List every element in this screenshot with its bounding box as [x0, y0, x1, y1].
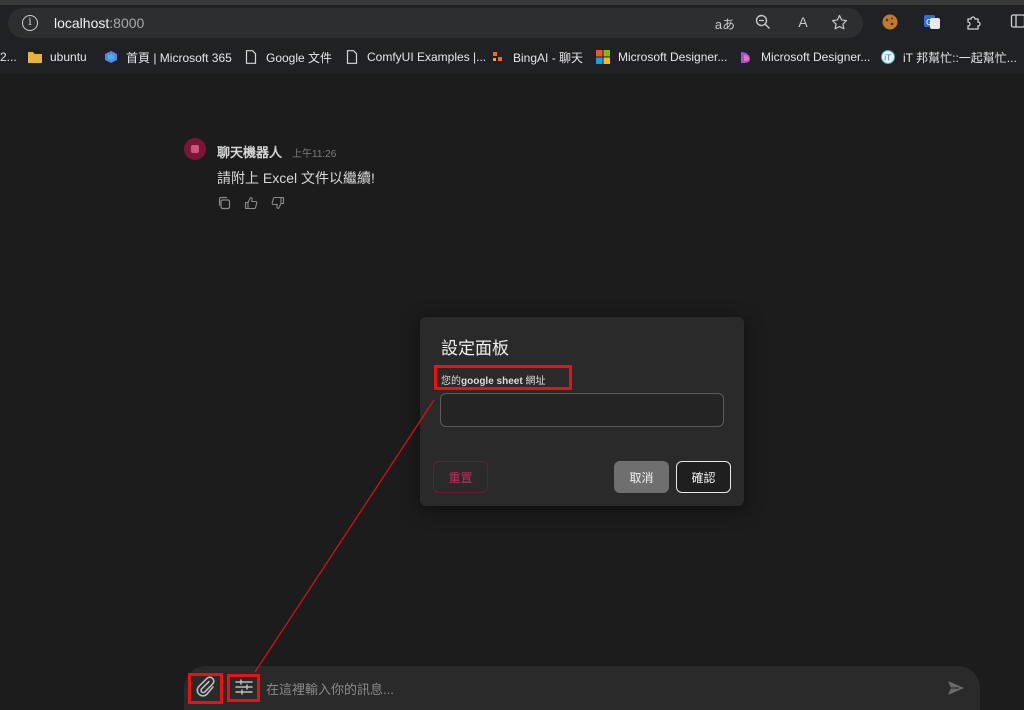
microsoft-icon: [595, 50, 611, 64]
bookmark-label: iT 邦幫忙::一起幫忙...: [903, 50, 1017, 65]
bookmark-item[interactable]: Google 文件: [243, 48, 332, 66]
read-aloud-icon[interactable]: A: [792, 14, 814, 30]
cancel-button[interactable]: 取消: [614, 461, 669, 493]
bookmark-item[interactable]: ubuntu: [27, 48, 87, 66]
tab-strip: [0, 0, 1024, 5]
url-port: :8000: [109, 15, 145, 31]
url-host: localhost: [54, 15, 110, 31]
bookmark-item[interactable]: 首頁 | Microsoft 365: [103, 48, 232, 66]
bot-name: 聊天機器人: [217, 145, 283, 160]
site-info-icon[interactable]: i: [22, 15, 38, 31]
bookmark-label: Microsoft Designer...: [618, 50, 728, 64]
address-url[interactable]: localhost:8000: [54, 15, 144, 31]
bookmark-item[interactable]: iT iT 邦幫忙::一起幫忙...: [880, 48, 1017, 66]
bookmark-label: Google 文件: [266, 50, 333, 65]
ithelp-icon: iT: [880, 50, 896, 64]
paperclip-icon: [193, 676, 219, 701]
bookmark-label: ComfyUI Examples |...: [367, 50, 487, 64]
thumbs-up-icon[interactable]: [244, 196, 258, 210]
bookmark-label: 首頁 | Microsoft 365: [126, 50, 232, 65]
page-icon: [243, 50, 259, 64]
google-sheet-url-input[interactable]: [440, 393, 724, 427]
label-highlight-box: [434, 365, 572, 390]
bookmark-item[interactable]: Microsoft Designer...: [738, 48, 870, 66]
reset-button[interactable]: 重置: [433, 461, 488, 493]
settings-dialog: 設定面板 您的google sheet 網址 重置 取消 確認: [420, 317, 744, 506]
send-icon: [947, 681, 965, 699]
bookmarks-bar: 2... ubuntu 首頁 | Microsoft 365 Google 文件…: [0, 44, 1024, 70]
designer-icon: [738, 50, 754, 64]
bookmark-label: BingAI - 聊天: [513, 50, 584, 65]
translate-extension-icon[interactable]: G: [922, 13, 942, 33]
bookmark-item[interactable]: ComfyUI Examples |...: [344, 48, 486, 66]
svg-text:iT: iT: [884, 54, 891, 63]
bookmark-label: Microsoft Designer...: [761, 50, 871, 64]
bookmark-label: ubuntu: [50, 50, 87, 64]
dialog-title: 設定面板: [441, 339, 509, 358]
bookmark-label: 2...: [0, 50, 17, 64]
sliders-icon: [233, 678, 255, 699]
message-timestamp: 上午11:26: [292, 149, 337, 160]
send-button[interactable]: [946, 680, 966, 698]
chat-message-input[interactable]: [266, 678, 926, 700]
bot-avatar: [184, 138, 206, 160]
microsoft365-icon: [103, 50, 119, 64]
confirm-button[interactable]: 確認: [676, 461, 731, 493]
cookie-extension-icon[interactable]: [880, 13, 900, 33]
extensions-puzzle-icon[interactable]: [964, 13, 984, 33]
attach-button[interactable]: [188, 673, 223, 704]
bookmark-item[interactable]: Microsoft Designer...: [595, 48, 727, 66]
browser-chrome: i localhost:8000 aあ A G 2... ubuntu 首頁 |…: [0, 0, 1024, 74]
svg-text:G: G: [926, 18, 932, 27]
bookmark-item[interactable]: BingAI - 聊天: [490, 48, 583, 66]
bookmark-item[interactable]: 2...: [0, 48, 17, 66]
thumbs-down-icon[interactable]: [271, 196, 285, 210]
bing-icon: [490, 50, 506, 64]
address-bar[interactable]: i localhost:8000 aあ A: [8, 8, 863, 38]
zoom-icon[interactable]: [752, 14, 774, 34]
folder-icon: [27, 50, 43, 64]
favorite-star-icon[interactable]: [828, 14, 850, 35]
settings-button[interactable]: [227, 674, 260, 702]
page-icon: [344, 50, 360, 64]
split-screen-icon[interactable]: [1008, 13, 1024, 33]
bot-message-text: 請附上 Excel 文件以繼續!: [217, 170, 375, 186]
translate-icon[interactable]: aあ: [714, 14, 736, 33]
copy-icon[interactable]: [217, 196, 231, 210]
